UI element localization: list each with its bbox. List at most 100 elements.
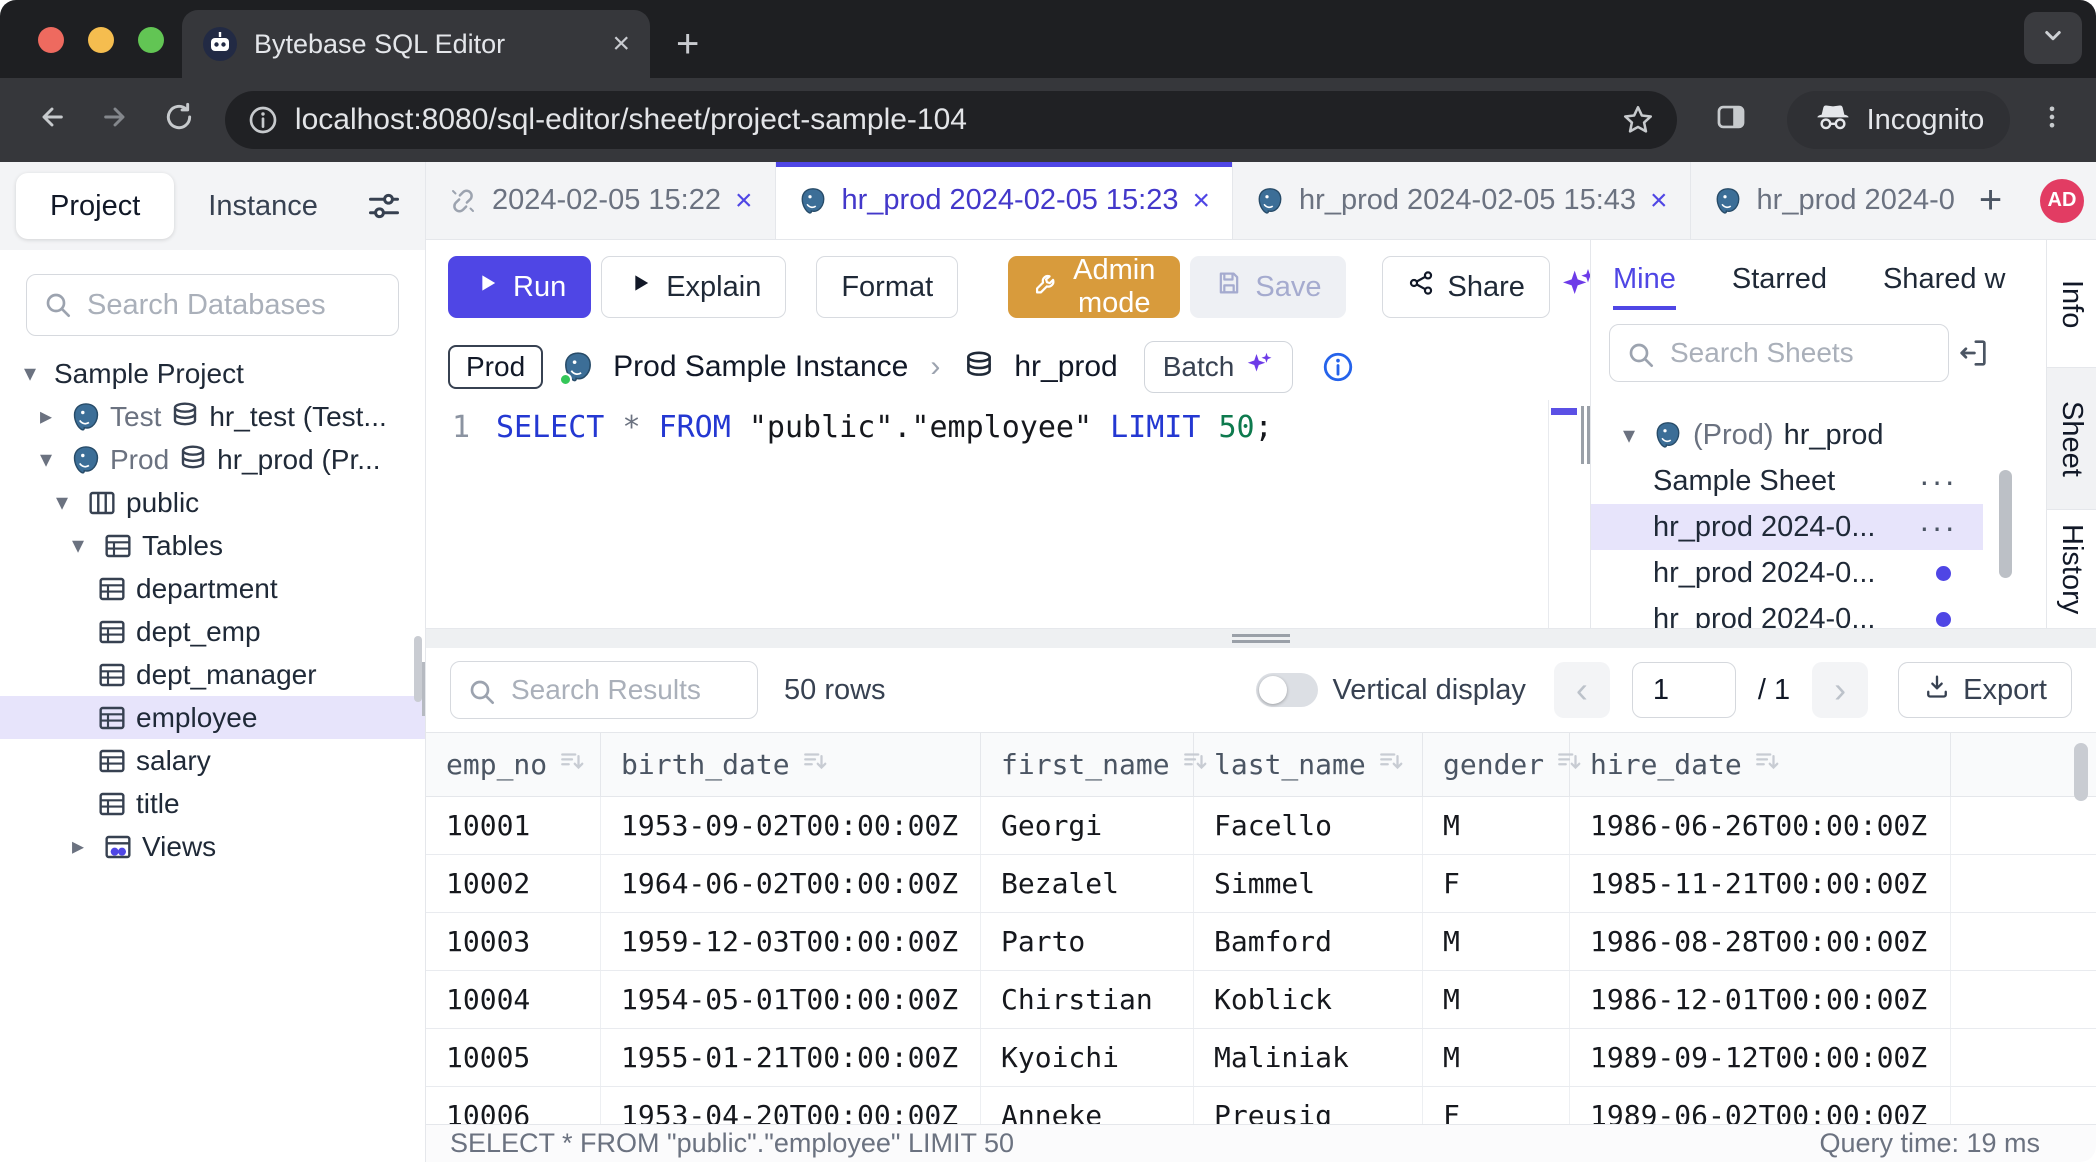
tree-item-title[interactable]: title <box>0 782 425 825</box>
tree-item-public[interactable]: ▾public <box>0 481 425 524</box>
bookmark-star-icon[interactable] <box>1621 103 1655 137</box>
cell-last-name[interactable]: Koblick <box>1194 971 1423 1028</box>
cell-birth-date[interactable]: 1955-01-21T00:00:00Z <box>601 1029 981 1086</box>
instance-name[interactable]: Prod Sample Instance <box>613 350 908 384</box>
table-row[interactable]: 100061953-04-20T00:00:00ZAnnekePreusigF1… <box>426 1087 2096 1124</box>
cell-birth-date[interactable]: 1953-04-20T00:00:00Z <box>601 1087 981 1124</box>
close-icon[interactable]: × <box>1650 186 1668 216</box>
tab-search-chevron-button[interactable] <box>2024 12 2082 64</box>
search-sheets-input[interactable] <box>1609 324 1949 382</box>
caret-down-icon[interactable]: ▾ <box>62 531 94 560</box>
cell-emp-no[interactable]: 10001 <box>426 797 601 854</box>
sort-icon[interactable] <box>1754 748 1780 781</box>
sort-icon[interactable] <box>1378 748 1404 781</box>
tree-item-department[interactable]: department <box>0 567 425 610</box>
new-tab-button[interactable]: + <box>676 22 699 67</box>
user-avatar[interactable]: AD <box>2040 179 2084 223</box>
back-button[interactable] <box>24 92 80 148</box>
tab-instance[interactable]: Instance <box>174 173 352 239</box>
cell-first-name[interactable]: Chirstian <box>981 971 1194 1028</box>
export-button[interactable]: Export <box>1898 662 2072 718</box>
share-button[interactable]: Share <box>1382 256 1549 318</box>
tab-shared[interactable]: Shared w <box>1883 240 2006 318</box>
browser-menu-button[interactable] <box>2032 92 2072 148</box>
column-header-emp-no[interactable]: emp_no <box>426 733 601 796</box>
cell-emp-no[interactable]: 10006 <box>426 1087 601 1124</box>
close-icon[interactable]: × <box>1193 186 1211 216</box>
side-panel-button[interactable] <box>1703 92 1759 148</box>
close-icon[interactable]: × <box>735 186 753 216</box>
cell-first-name[interactable]: Anneke <box>981 1087 1194 1124</box>
caret-down-icon[interactable]: ▾ <box>30 445 62 474</box>
sheet-item-selected[interactable]: hr_prod 2024-0... ··· <box>1591 504 1983 550</box>
cell-birth-date[interactable]: 1964-06-02T00:00:00Z <box>601 855 981 912</box>
cell-first-name[interactable]: Georgi <box>981 797 1194 854</box>
column-header-last-name[interactable]: last_name <box>1194 733 1423 796</box>
minimize-window-button[interactable] <box>88 27 114 53</box>
column-header-birth-date[interactable]: birth_date <box>601 733 981 796</box>
cell-emp-no[interactable]: 10005 <box>426 1029 601 1086</box>
zoom-window-button[interactable] <box>138 27 164 53</box>
cell-last-name[interactable]: Bamford <box>1194 913 1423 970</box>
tree-item-dept-emp[interactable]: dept_emp <box>0 610 425 653</box>
cell-birth-date[interactable]: 1953-09-02T00:00:00Z <box>601 797 981 854</box>
tab-mine[interactable]: Mine <box>1613 240 1676 318</box>
sql-code-editor[interactable]: 1 SELECT * FROM "public"."employee" LIMI… <box>426 400 1590 628</box>
panel-resize-handle[interactable] <box>1581 406 1590 464</box>
vertical-display-toggle[interactable] <box>1256 673 1318 707</box>
tree-item-salary[interactable]: salary <box>0 739 425 782</box>
tab-project[interactable]: Project <box>16 173 174 239</box>
cell-emp-no[interactable]: 10004 <box>426 971 601 1028</box>
caret-down-icon[interactable]: ▾ <box>46 488 78 517</box>
tree-item-sample-project[interactable]: ▾Sample Project <box>0 352 425 395</box>
sheet-item[interactable]: Sample Sheet ··· <box>1591 458 1983 504</box>
cell-birth-date[interactable]: 1954-05-01T00:00:00Z <box>601 971 981 1028</box>
cell-birth-date[interactable]: 1959-12-03T00:00:00Z <box>601 913 981 970</box>
table-scrollbar[interactable] <box>2074 743 2088 801</box>
table-row[interactable]: 100041954-05-01T00:00:00ZChirstianKoblic… <box>426 971 2096 1029</box>
column-header-first-name[interactable]: first_name <box>981 733 1194 796</box>
more-menu-icon[interactable]: ··· <box>1919 463 1983 500</box>
caret-down-icon[interactable]: ▾ <box>1615 421 1643 450</box>
search-databases-input[interactable] <box>26 274 399 336</box>
tree-item-employee[interactable]: employee <box>0 696 425 739</box>
cell-gender[interactable]: F <box>1423 1087 1570 1124</box>
sidebar-scrollbar[interactable] <box>414 636 422 702</box>
browser-tab[interactable]: Bytebase SQL Editor × <box>182 10 650 78</box>
cell-gender[interactable]: M <box>1423 1029 1570 1086</box>
cell-first-name[interactable]: Kyoichi <box>981 1029 1194 1086</box>
tree-item-dept-manager[interactable]: dept_manager <box>0 653 425 696</box>
sheet-group-hr-prod[interactable]: ▾ (Prod) hr_prod <box>1591 412 2046 458</box>
table-row[interactable]: 100011953-09-02T00:00:00ZGeorgiFacelloM1… <box>426 797 2096 855</box>
cell-gender[interactable]: M <box>1423 971 1570 1028</box>
sort-icon[interactable] <box>802 748 828 781</box>
tree-item-tables[interactable]: ▾Tables <box>0 524 425 567</box>
caret-right-icon[interactable]: ▸ <box>62 832 94 861</box>
column-header-gender[interactable]: gender <box>1423 733 1570 796</box>
collapse-panel-button[interactable] <box>1956 336 1990 370</box>
close-tab-icon[interactable]: × <box>612 29 630 59</box>
reload-button[interactable] <box>151 92 207 148</box>
caret-down-icon[interactable]: ▾ <box>14 359 46 388</box>
tab-history[interactable]: History <box>2047 510 2096 628</box>
cell-gender[interactable]: F <box>1423 855 1570 912</box>
address-bar[interactable]: localhost:8080/sql-editor/sheet/project-… <box>225 91 1677 149</box>
sheet-item[interactable]: hr_prod 2024-0... <box>1591 550 1983 596</box>
close-window-button[interactable] <box>38 27 64 53</box>
horizontal-splitter[interactable] <box>426 628 2096 648</box>
cell-emp-no[interactable]: 10003 <box>426 913 601 970</box>
editor-tab-1[interactable]: 2024-02-05 15:22 × <box>426 162 776 239</box>
sheet-item[interactable]: hr_prod 2024-0... <box>1591 596 1983 628</box>
tab-starred[interactable]: Starred <box>1732 240 1827 318</box>
explain-button[interactable]: Explain <box>601 256 786 318</box>
prev-page-button[interactable]: ‹ <box>1554 662 1610 718</box>
column-header-hire-date[interactable]: hire_date <box>1570 733 1951 796</box>
format-button[interactable]: Format <box>816 256 958 318</box>
database-name[interactable]: hr_prod <box>1014 350 1117 384</box>
sort-icon[interactable] <box>559 748 585 781</box>
cell-hire-date[interactable]: 1986-06-26T00:00:00Z <box>1570 797 1951 854</box>
run-button[interactable]: Run <box>448 256 591 318</box>
editor-tab-4[interactable]: hr_prod 2024-0 <box>1691 162 1959 239</box>
cell-first-name[interactable]: Bezalel <box>981 855 1194 912</box>
cell-hire-date[interactable]: 1985-11-21T00:00:00Z <box>1570 855 1951 912</box>
